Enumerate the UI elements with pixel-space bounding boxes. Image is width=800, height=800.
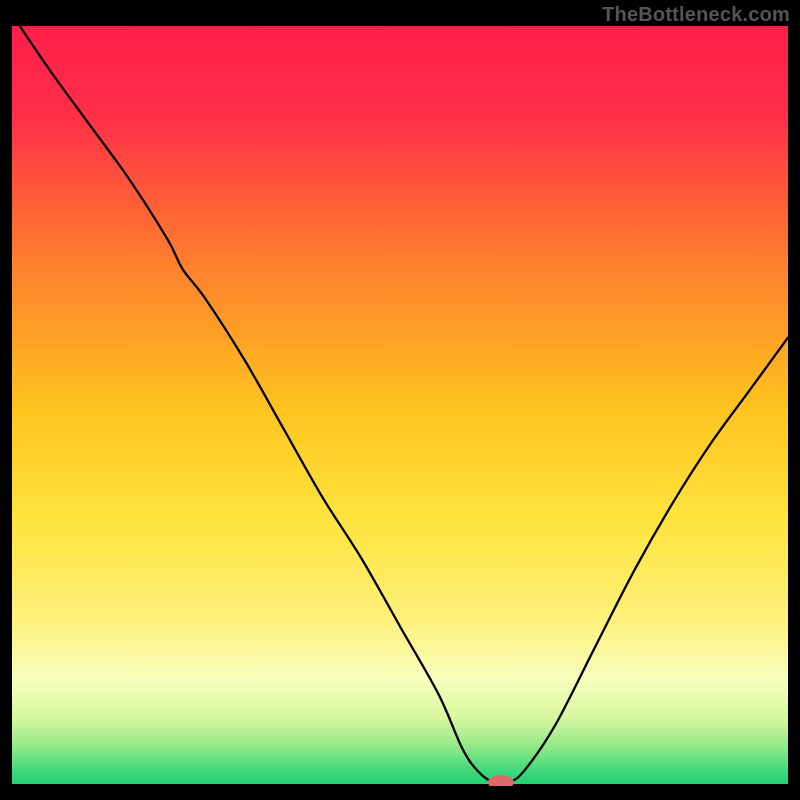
plot-area <box>12 26 788 786</box>
chart-svg <box>12 26 788 786</box>
chart-frame: TheBottleneck.com <box>0 0 800 800</box>
watermark-text: TheBottleneck.com <box>602 4 790 27</box>
gradient-background <box>12 26 788 786</box>
